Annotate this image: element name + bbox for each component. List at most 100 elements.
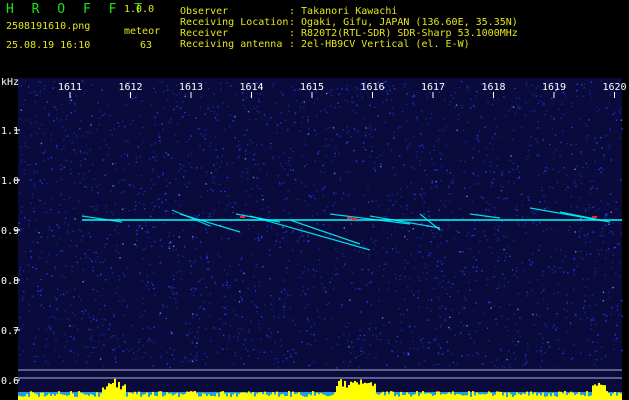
noise-dot	[33, 91, 36, 93]
level-bar	[566, 395, 568, 400]
noise-dot	[292, 319, 295, 321]
noise-dot	[268, 249, 271, 251]
noise-dot	[538, 333, 540, 335]
noise-dot	[369, 133, 371, 135]
noise-dot	[417, 348, 419, 350]
noise-dot	[158, 206, 160, 209]
noise-dot	[611, 287, 613, 289]
noise-dot	[458, 312, 460, 314]
noise-dot	[586, 125, 588, 127]
echo-peak	[592, 216, 597, 218]
noise-dot	[616, 337, 618, 340]
noise-dot	[393, 135, 395, 138]
noise-dot	[329, 235, 331, 237]
noise-dot	[202, 135, 205, 137]
level-bar	[296, 393, 298, 400]
level-bar	[44, 396, 46, 400]
noise-dot	[68, 102, 71, 104]
noise-dot	[71, 142, 74, 144]
noise-dot	[621, 315, 623, 317]
noise-dot	[535, 314, 538, 316]
noise-dot	[562, 352, 564, 355]
noise-dot	[144, 352, 146, 354]
noise-dot	[426, 272, 429, 274]
noise-dot	[312, 361, 315, 363]
noise-dot	[484, 126, 486, 129]
noise-dot	[199, 106, 201, 108]
noise-dot	[455, 104, 458, 106]
noise-dot	[498, 285, 501, 287]
noise-dot	[54, 266, 57, 268]
noise-dot	[335, 145, 337, 148]
noise-dot	[456, 129, 458, 131]
noise-dot	[40, 278, 42, 281]
x-tick-label: 1617	[421, 82, 445, 93]
level-bar	[382, 391, 384, 400]
noise-dot	[221, 237, 223, 239]
noise-dot	[437, 297, 439, 299]
noise-dot	[89, 205, 92, 208]
noise-dot	[256, 200, 258, 203]
noise-dot	[136, 233, 138, 235]
noise-dot	[525, 85, 527, 87]
noise-dot	[546, 207, 548, 209]
noise-dot	[154, 294, 156, 296]
noise-dot	[576, 265, 579, 267]
noise-dot	[118, 125, 120, 127]
noise-dot	[291, 348, 294, 350]
noise-dot	[540, 350, 542, 352]
noise-dot	[540, 291, 543, 294]
level-bar	[314, 395, 316, 400]
noise-dot	[514, 87, 516, 90]
noise-dot	[193, 294, 195, 296]
noise-dot	[263, 163, 265, 165]
noise-dot	[86, 152, 88, 155]
noise-dot	[571, 153, 573, 155]
noise-dot	[446, 341, 448, 343]
noise-dot	[212, 175, 214, 177]
noise-dot	[65, 159, 68, 162]
noise-dot	[590, 319, 592, 321]
noise-dot	[172, 92, 175, 95]
noise-dot	[175, 199, 177, 202]
noise-dot	[305, 330, 308, 332]
noise-dot	[449, 316, 451, 318]
noise-dot	[391, 149, 393, 152]
noise-dot	[575, 314, 577, 316]
noise-dot	[73, 325, 75, 327]
noise-dot	[288, 260, 290, 262]
level-bar	[282, 393, 284, 400]
noise-dot	[33, 183, 35, 185]
noise-dot	[269, 278, 271, 280]
noise-dot	[462, 251, 464, 253]
noise-dot	[605, 355, 607, 357]
noise-dot	[353, 149, 355, 152]
noise-dot	[467, 232, 470, 234]
noise-dot	[63, 159, 65, 161]
noise-dot	[604, 356, 606, 358]
noise-dot	[458, 114, 460, 116]
noise-dot	[328, 91, 331, 94]
noise-dot	[375, 335, 378, 337]
noise-dot	[598, 253, 600, 255]
noise-dot	[304, 185, 307, 187]
noise-dot	[536, 302, 539, 305]
noise-dot	[199, 307, 201, 309]
noise-dot	[107, 154, 109, 156]
noise-dot	[443, 118, 445, 120]
noise-dot	[400, 341, 402, 343]
noise-dot	[552, 157, 555, 160]
noise-dot	[51, 168, 53, 170]
noise-dot	[569, 323, 572, 325]
noise-dot	[117, 286, 119, 289]
noise-dot	[109, 323, 111, 326]
noise-dot	[60, 148, 63, 150]
noise-dot	[279, 246, 281, 249]
noise-dot	[252, 176, 255, 179]
noise-dot	[122, 299, 125, 302]
noise-dot	[332, 127, 335, 129]
noise-dot	[270, 227, 273, 229]
noise-dot	[56, 147, 58, 149]
noise-dot	[449, 295, 451, 298]
noise-dot	[44, 150, 47, 152]
